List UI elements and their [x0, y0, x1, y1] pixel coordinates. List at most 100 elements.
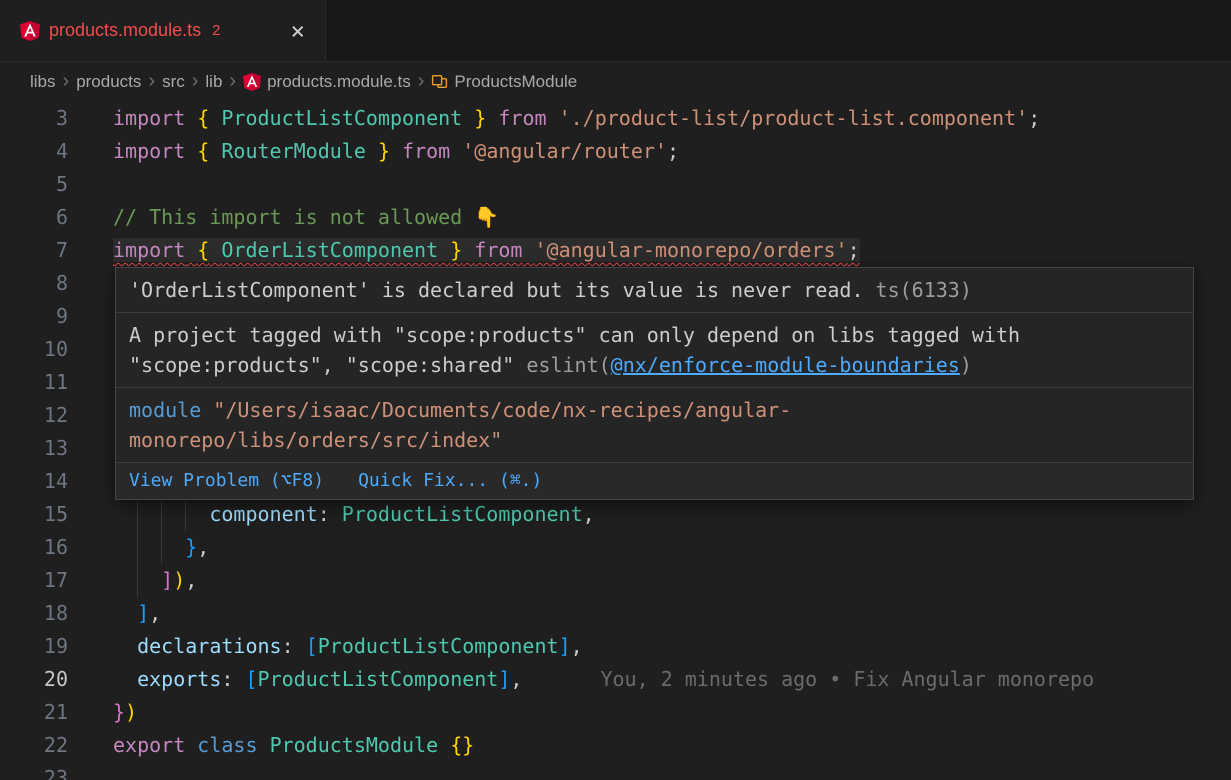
line-number[interactable]: 21 — [0, 696, 68, 729]
token: , — [571, 634, 583, 658]
line-number[interactable]: 13 — [0, 432, 68, 465]
line-number[interactable]: 19 — [0, 630, 68, 663]
line-number[interactable]: 20 — [0, 663, 68, 696]
chevron-right-icon: › — [222, 70, 243, 93]
code-line-15[interactable]: 15 component: ProductListComponent, — [0, 498, 1231, 531]
breadcrumb-item-products.module.ts[interactable]: products.module.ts — [243, 72, 411, 92]
breadcrumb-label: products — [76, 72, 141, 92]
line-number[interactable]: 4 — [0, 135, 68, 168]
line-number[interactable]: 5 — [0, 168, 68, 201]
token — [185, 733, 197, 757]
token: , — [197, 535, 209, 559]
token: : — [282, 634, 306, 658]
breadcrumb-item-products[interactable]: products — [76, 72, 141, 92]
line-number[interactable]: 18 — [0, 597, 68, 630]
token — [209, 238, 221, 262]
chevron-right-icon: › — [141, 70, 162, 93]
token: from — [498, 106, 546, 130]
code-line-22[interactable]: 22export class ProductsModule {} — [0, 729, 1231, 762]
line-number[interactable]: 10 — [0, 333, 68, 366]
line-number[interactable]: 22 — [0, 729, 68, 762]
code-line-3[interactable]: 3 import { ProductListComponent } from '.… — [0, 102, 1231, 135]
token: , — [510, 667, 522, 691]
hover-message-line: A project tagged with "scope:products" c… — [129, 320, 1180, 380]
code-line-18[interactable]: 18 ], — [0, 597, 1231, 630]
code-line-5[interactable]: 5 — [0, 168, 1231, 201]
token: exports — [137, 667, 221, 691]
line-number[interactable]: 7 — [0, 234, 68, 267]
line-number[interactable]: 15 — [0, 498, 68, 531]
code-content: }) — [113, 696, 1231, 729]
code-content: // This import is not allowed 👇 — [113, 201, 1231, 234]
token: from — [402, 139, 450, 163]
code-content: import { ProductListComponent } from './… — [113, 102, 1231, 135]
code-content: import { RouterModule } from '@angular/r… — [113, 135, 1231, 168]
token: declarations — [137, 634, 282, 658]
view-problem-action[interactable]: View Problem (⌥F8) — [129, 468, 324, 494]
hover-section-eslint-error: A project tagged with "scope:products" c… — [116, 313, 1193, 388]
indent-guide — [137, 531, 138, 564]
code-line-21[interactable]: 21}) — [0, 696, 1231, 729]
code-line-7[interactable]: 7 import { OrderListComponent } from '@an… — [0, 234, 1231, 267]
tab-bar: products.module.ts 2 × — [0, 0, 1231, 62]
line-number[interactable]: 6 — [0, 201, 68, 234]
token: ] — [137, 601, 149, 625]
token: "/Users/isaac/Documents/code/nx-recipes/… — [213, 398, 791, 422]
token: [ — [245, 667, 257, 691]
hover-sections: 'OrderListComponent' is declared but its… — [116, 268, 1193, 463]
line-number[interactable]: 16 — [0, 531, 68, 564]
code-text: ], — [113, 601, 161, 625]
line-number[interactable]: 3 — [0, 102, 68, 135]
token: [ — [306, 634, 318, 658]
quick-fix-action[interactable]: Quick Fix... (⌘.) — [358, 468, 542, 494]
breadcrumb-item-ProductsModule[interactable]: ProductsModule — [431, 72, 577, 92]
chevron-right-icon: › — [185, 70, 206, 93]
token: OrderListComponent — [221, 238, 438, 262]
eslint-rule-link[interactable]: @nx/enforce-module-boundaries — [611, 353, 960, 377]
code-content — [113, 762, 1231, 780]
line-number[interactable]: 12 — [0, 399, 68, 432]
close-icon[interactable]: × — [287, 19, 309, 43]
token: class — [197, 733, 257, 757]
token: {} — [450, 733, 474, 757]
code-text: }) — [113, 700, 137, 724]
code-line-6[interactable]: 6 // This import is not allowed 👇 — [0, 201, 1231, 234]
breadcrumb-item-libs[interactable]: libs — [30, 72, 56, 92]
breadcrumb-label: ProductsModule — [454, 72, 577, 92]
indent-guide — [161, 498, 162, 531]
code-line-19[interactable]: 19 declarations: [ProductListComponent], — [0, 630, 1231, 663]
token — [185, 238, 197, 262]
hover-message-line: 'OrderListComponent' is declared but its… — [129, 275, 1180, 305]
token: ProductListComponent — [342, 502, 583, 526]
editor-tab[interactable]: products.module.ts 2 × — [0, 0, 326, 61]
token: ; — [1028, 106, 1040, 130]
line-number[interactable]: 9 — [0, 300, 68, 333]
line-number[interactable]: 23 — [0, 762, 68, 780]
line-number[interactable]: 14 — [0, 465, 68, 498]
breadcrumb-item-src[interactable]: src — [162, 72, 185, 92]
code-content: import { OrderListComponent } from '@ang… — [113, 234, 1231, 267]
token — [522, 238, 534, 262]
line-number[interactable]: 8 — [0, 267, 68, 300]
breadcrumb-item-lib[interactable]: lib — [205, 72, 222, 92]
code-line-23[interactable]: 23 — [0, 762, 1231, 780]
token: 'OrderListComponent' is declared but its… — [129, 278, 864, 302]
token — [258, 733, 270, 757]
code-line-4[interactable]: 4 import { RouterModule } from '@angular/… — [0, 135, 1231, 168]
hover-popup: 'OrderListComponent' is declared but its… — [115, 267, 1194, 500]
angular-icon — [243, 73, 261, 91]
code-line-20[interactable]: 20 exports: [ProductListComponent],You, … — [0, 663, 1231, 696]
token: ) — [173, 568, 185, 592]
breadcrumb-label: lib — [205, 72, 222, 92]
code-line-16[interactable]: 16 }, — [0, 531, 1231, 564]
chevron-right-icon: › — [411, 70, 432, 93]
token: ProductListComponent — [258, 667, 499, 691]
code-content: exports: [ProductListComponent],You, 2 m… — [113, 663, 1231, 696]
code-text: exports: [ProductListComponent], — [113, 667, 522, 691]
code-line-17[interactable]: 17 ]), — [0, 564, 1231, 597]
token — [547, 106, 559, 130]
line-number[interactable]: 17 — [0, 564, 68, 597]
code-content: declarations: [ProductListComponent], — [113, 630, 1231, 663]
line-number[interactable]: 11 — [0, 366, 68, 399]
token — [185, 106, 197, 130]
